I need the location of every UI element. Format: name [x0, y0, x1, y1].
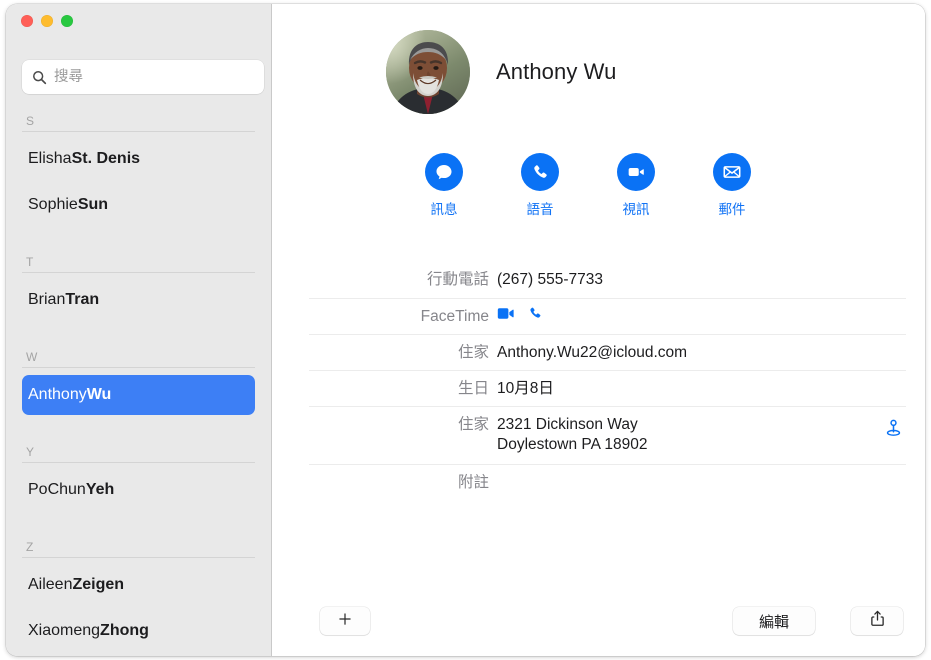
contact-last-name: Yeh: [85, 481, 115, 498]
list-item[interactable]: Xiaomeng Zhong: [22, 611, 255, 651]
list-item[interactable]: Aileen Zeigen: [22, 565, 255, 605]
field-birthday[interactable]: 生日 10月8日: [309, 370, 906, 406]
list-item-selected-anthony-wu[interactable]: Anthony Wu: [22, 375, 255, 415]
field-value[interactable]: [497, 465, 906, 473]
facetime-video-icon[interactable]: [497, 306, 516, 327]
share-button[interactable]: [851, 607, 903, 635]
contact-first-name: PoChun: [28, 481, 86, 498]
plus-icon: [338, 612, 352, 631]
field-address[interactable]: 住家 2321 Dickinson Way Doylestown PA 1890…: [309, 406, 906, 464]
contacts-window: S Elisha St. Denis Sophie Sun T Brian Tr…: [6, 4, 925, 656]
envelope-icon: [713, 153, 751, 191]
field-email[interactable]: 住家 Anthony.Wu22@icloud.com: [309, 334, 906, 370]
field-value[interactable]: Anthony.Wu22@icloud.com: [497, 335, 906, 363]
contact-last-name: Zeigen: [72, 576, 125, 593]
list-item[interactable]: PoChun Yeh: [22, 470, 255, 510]
call-action-button[interactable]: 語音: [520, 153, 560, 218]
contact-header: Anthony Wu: [386, 30, 616, 114]
contact-last-name: Zhong: [100, 622, 149, 639]
zoom-button[interactable]: [61, 15, 73, 27]
search-field[interactable]: [22, 60, 264, 94]
list-item[interactable]: Sophie Sun: [22, 185, 255, 225]
search-input[interactable]: [54, 66, 244, 88]
contact-first-name: Sophie: [28, 196, 78, 213]
contact-last-name: Wu: [86, 386, 112, 403]
field-value[interactable]: 10月8日: [497, 371, 906, 399]
map-pin-icon[interactable]: [885, 419, 902, 443]
phone-icon: [521, 153, 559, 191]
contact-last-name: Tran: [65, 291, 100, 308]
field-label: 住家: [457, 416, 489, 433]
contact-first-name: Brian: [28, 291, 66, 308]
address-line-2: Doylestown PA 18902: [497, 436, 648, 453]
action-label: 語音: [526, 202, 554, 217]
minimize-button[interactable]: [41, 15, 53, 27]
section-header-s: S: [22, 114, 255, 132]
message-action-button[interactable]: 訊息: [424, 153, 464, 218]
action-label: 郵件: [718, 202, 746, 217]
contact-list[interactable]: S Elisha St. Denis Sophie Sun T Brian Tr…: [6, 108, 271, 656]
edit-button-label: 編輯: [758, 613, 789, 631]
field-notes[interactable]: 附註: [309, 464, 906, 510]
contact-fields: 行動電話 (267) 555-7733 FaceTime 住家 Anthony.…: [309, 262, 906, 510]
search-icon: [32, 70, 47, 85]
field-value[interactable]: 2321 Dickinson Way Doylestown PA 18902: [497, 407, 906, 455]
bottom-toolbar: 編輯: [272, 594, 925, 656]
contact-last-name: St. Denis: [71, 150, 141, 167]
contact-first-name: Xiaomeng: [28, 622, 101, 639]
address-line-1: 2321 Dickinson Way: [497, 416, 638, 433]
share-icon: [870, 610, 885, 632]
contact-last-name: Sun: [77, 196, 109, 213]
field-label: 附註: [457, 474, 489, 491]
section-header-w: W: [22, 350, 255, 368]
action-label: 視訊: [622, 202, 650, 217]
contact-first-name: Anthony: [28, 386, 87, 403]
field-facetime[interactable]: FaceTime: [309, 298, 906, 334]
field-label: 行動電話: [426, 271, 489, 288]
mail-action-button[interactable]: 郵件: [712, 153, 752, 218]
close-button[interactable]: [21, 15, 33, 27]
field-value: [497, 299, 906, 327]
page-title: Anthony Wu: [496, 59, 617, 84]
avatar[interactable]: [386, 30, 470, 114]
message-bubble-icon: [425, 153, 463, 191]
video-action-button[interactable]: 視訊: [616, 153, 656, 218]
add-contact-button[interactable]: [320, 607, 370, 635]
section-header-y: Y: [22, 445, 255, 463]
action-label: 訊息: [430, 202, 458, 217]
field-label: 生日: [457, 380, 489, 397]
section-header-z: Z: [22, 540, 255, 558]
field-label: 住家: [457, 344, 489, 361]
contact-first-name: Elisha: [28, 150, 72, 167]
list-item[interactable]: Elisha St. Denis: [22, 139, 255, 179]
video-camera-icon: [617, 153, 655, 191]
quick-actions: 訊息 語音 視訊 郵件: [424, 153, 752, 218]
section-header-t: T: [22, 255, 255, 273]
field-phone[interactable]: 行動電話 (267) 555-7733: [309, 262, 906, 298]
field-label: FaceTime: [420, 308, 489, 325]
avatar-portrait: [392, 42, 464, 114]
contact-first-name: Aileen: [28, 576, 73, 593]
field-value[interactable]: (267) 555-7733: [497, 262, 906, 290]
list-item[interactable]: Brian Tran: [22, 280, 255, 320]
sidebar: S Elisha St. Denis Sophie Sun T Brian Tr…: [6, 4, 272, 656]
edit-button[interactable]: 編輯: [733, 607, 815, 635]
contact-detail-pane: Anthony Wu 訊息 語音 視訊 郵件 行動電話 (267) 555-77…: [272, 4, 925, 656]
window-controls: [21, 15, 73, 27]
facetime-audio-icon[interactable]: [527, 305, 543, 327]
